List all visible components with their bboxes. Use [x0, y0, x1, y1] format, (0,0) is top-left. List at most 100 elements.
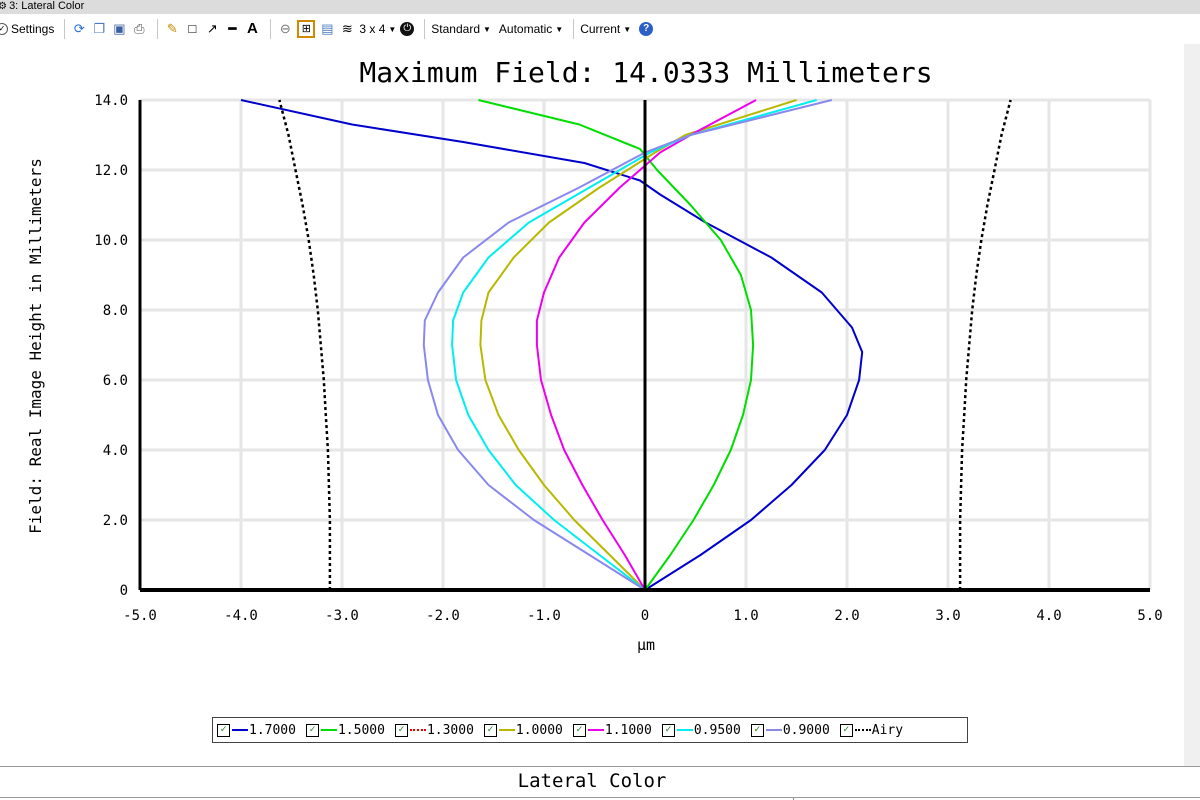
y-tick-label: 6.0	[103, 373, 128, 389]
x-tick-label: -2.0	[426, 608, 460, 624]
legend-checkbox[interactable]: ✓	[661, 723, 675, 737]
arrow-button[interactable]: ↗	[204, 18, 220, 40]
toolbar-separator	[270, 19, 272, 39]
legend-item[interactable]: ✓ 0.9000	[750, 723, 830, 738]
power-button[interactable]: ⏻	[400, 18, 415, 40]
legend-item[interactable]: ✓ 1.7000	[217, 723, 296, 738]
toolbar-separator	[64, 19, 66, 39]
layout-grid-icon: ⊞	[297, 20, 316, 38]
text-button[interactable]: A	[244, 18, 260, 40]
save-button[interactable]: ▣	[111, 18, 127, 40]
line-icon: ━	[228, 21, 237, 36]
legend-item[interactable]: ✓ 1.5000	[305, 722, 385, 738]
layout-grid-button[interactable]: ⊞	[297, 18, 316, 40]
legend-checkbox[interactable]: ✓	[572, 723, 586, 737]
layers-button[interactable]: ≋	[339, 18, 355, 40]
legend-item[interactable]: ✓ 1.1000	[572, 722, 652, 738]
arrow-icon: ↗	[206, 21, 218, 36]
legend-checkbox[interactable]: ✓	[305, 723, 319, 737]
chevron-down-icon: ▼	[483, 24, 491, 34]
standard-label: Standard	[431, 22, 480, 36]
current-dropdown[interactable]: Current ▼	[580, 18, 631, 40]
legend-item[interactable]: ✓ Airy	[839, 722, 904, 738]
settings-label: Settings	[11, 22, 55, 36]
y-tick-label: 4.0	[103, 443, 128, 459]
legend-swatch	[854, 729, 871, 731]
legend-item[interactable]: ✓ 1.0000	[483, 722, 563, 738]
refresh-button[interactable]: ⟳	[71, 18, 87, 40]
help-button[interactable]: ?	[639, 18, 654, 40]
y-tick-label: 14.0	[94, 93, 128, 109]
y-tick-label: 2.0	[103, 513, 128, 529]
footer-divider	[0, 766, 1200, 767]
vertical-scrollbar[interactable]	[1184, 44, 1200, 766]
toolbar-separator	[424, 19, 426, 39]
pencil-button[interactable]: ✎	[164, 18, 180, 40]
current-label: Current	[580, 22, 621, 36]
legend-label: 1.3000	[426, 722, 474, 738]
app-icon: ⚙	[0, 1, 7, 12]
x-tick-label: 0	[641, 608, 649, 624]
chevron-down-icon: ▼	[388, 24, 397, 34]
layout-dropdown[interactable]: 3 x 4 ▼	[359, 18, 396, 40]
legend-checkbox[interactable]: ✓	[394, 723, 408, 737]
layers-icon: ≋	[341, 21, 353, 36]
line-button[interactable]: ━	[224, 18, 240, 40]
chart-title: Maximum Field: 14.0333 Millimeters	[359, 56, 932, 89]
x-tick-label: 4.0	[1036, 608, 1061, 624]
lock-button[interactable]: ⊖	[277, 18, 293, 40]
legend-label: 1.1000	[604, 722, 652, 738]
legend-label: 1.0000	[515, 722, 563, 738]
legend-checkbox[interactable]: ✓	[839, 723, 853, 737]
chart-legend: ✓ 1.7000 ✓ 1.5000 ✓ 1.3000 ✓ 1.0000 ✓ 1.1000 ✓ 0.95…	[212, 717, 968, 743]
layout-label: 3 x 4	[359, 22, 386, 36]
settings-icon: ✓	[0, 23, 8, 35]
x-tick-label: -4.0	[224, 608, 258, 624]
legend-label: Airy	[871, 722, 904, 738]
print-icon: ⎙	[134, 21, 145, 36]
legend-swatch	[232, 729, 248, 731]
power-icon: ⏻	[400, 22, 415, 36]
legend-checkbox[interactable]: ✓	[483, 723, 497, 737]
standard-dropdown[interactable]: Standard ▼	[431, 18, 491, 40]
pencil-icon: ✎	[166, 21, 178, 36]
legend-checkbox[interactable]: ✓	[217, 723, 230, 737]
x-axis-label: µm	[637, 636, 655, 654]
legend-item[interactable]: ✓ 1.3000	[394, 722, 474, 738]
settings-button[interactable]: ✓ Settings	[0, 18, 54, 40]
legend-swatch	[587, 729, 604, 731]
toolbar-separator	[573, 19, 575, 39]
refresh-icon: ⟳	[73, 21, 85, 36]
copy-button[interactable]: ❐	[91, 18, 107, 40]
print-button[interactable]: ⎙	[131, 18, 147, 40]
chevron-down-icon: ▼	[555, 24, 564, 34]
x-tick-label: 2.0	[834, 608, 859, 624]
y-tick-label: 8.0	[103, 303, 128, 319]
automatic-dropdown[interactable]: Automatic ▼	[499, 18, 563, 40]
text-icon: A	[246, 20, 258, 37]
legend-checkbox[interactable]: ✓	[750, 723, 764, 737]
toolbar-separator	[157, 19, 159, 39]
copy-icon: ❐	[93, 21, 106, 36]
toolbar: ✓ Settings ⟳ ❐ ▣ ⎙ ✎ □ ↗ ━ A ⊖ ⊞ ▤ ≋ 3 x…	[0, 14, 1200, 44]
y-axis-label: Field: Real Image Height in Millimeters	[26, 158, 45, 534]
y-tick-label: 12.0	[94, 163, 128, 179]
x-tick-label: 3.0	[935, 608, 960, 624]
window-button[interactable]: ▤	[319, 18, 335, 40]
rectangle-button[interactable]: □	[184, 18, 200, 40]
window-title: 3: Lateral Color	[9, 0, 85, 12]
legend-label: 1.5000	[337, 722, 385, 738]
x-tick-label: -5.0	[123, 608, 157, 624]
window-title-bar: ⚙ 3: Lateral Color	[0, 0, 1200, 14]
automatic-label: Automatic	[498, 22, 553, 36]
rectangle-icon: □	[188, 21, 197, 36]
help-icon: ?	[639, 22, 654, 36]
legend-item[interactable]: ✓ 0.9500	[661, 723, 741, 738]
legend-swatch	[409, 729, 426, 731]
chevron-down-icon: ▼	[623, 24, 632, 34]
legend-swatch	[765, 729, 782, 731]
window-icon: ▤	[321, 21, 334, 36]
legend-swatch	[676, 729, 693, 731]
x-tick-label: 1.0	[733, 608, 758, 624]
footer-divider	[0, 797, 1200, 798]
